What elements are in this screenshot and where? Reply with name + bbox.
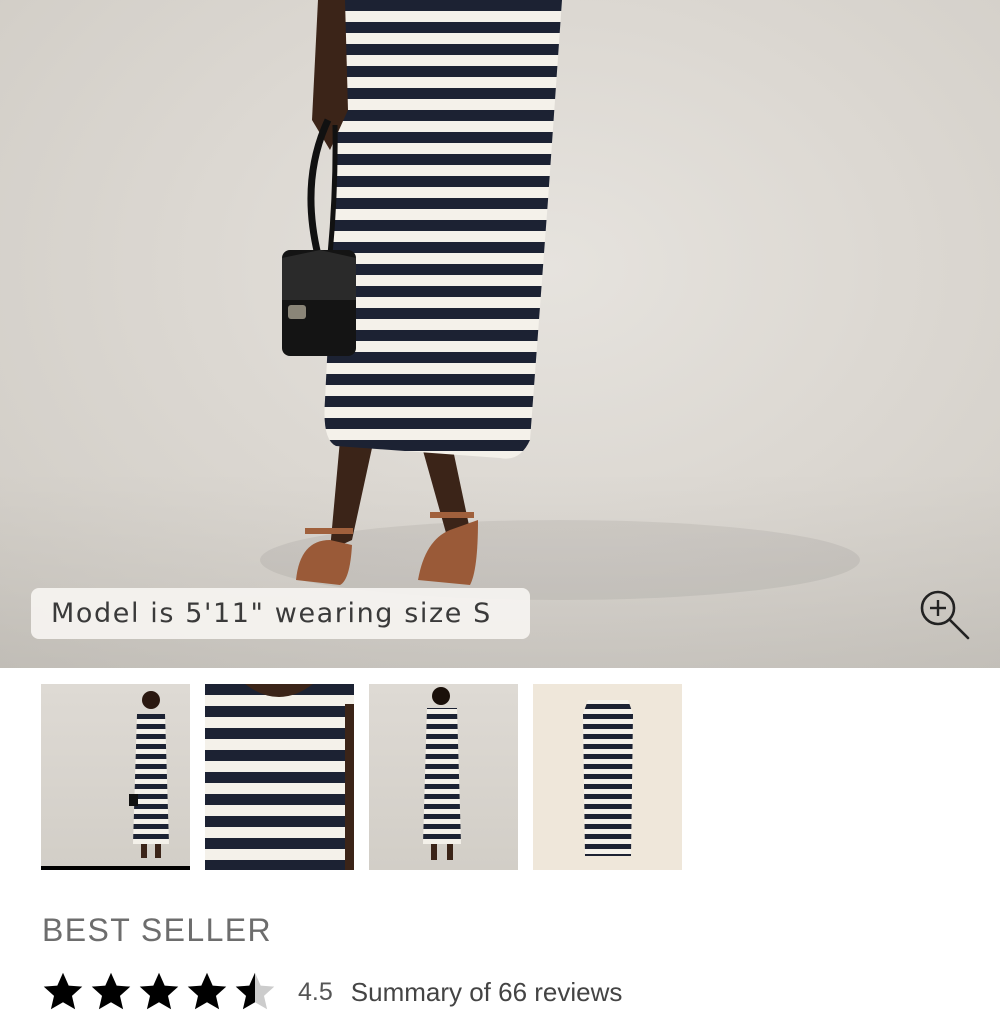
best-seller-badge: BEST SELLER bbox=[42, 912, 273, 948]
active-thumbnail-indicator bbox=[41, 866, 190, 870]
zoom-in-icon bbox=[920, 590, 970, 640]
star-full-icon bbox=[139, 972, 179, 1010]
star-full-icon bbox=[91, 972, 131, 1010]
model-figure bbox=[260, 0, 860, 600]
star-full-icon bbox=[187, 972, 227, 1010]
reviews-summary-link[interactable]: Summary of 66 reviews bbox=[351, 977, 623, 1008]
zoom-in-button[interactable] bbox=[912, 584, 976, 648]
thumbnail-neckline-closeup[interactable] bbox=[205, 684, 354, 870]
thumbnail-front-image bbox=[129, 691, 169, 858]
thumbnail-flat-view[interactable] bbox=[533, 684, 682, 870]
model-size-caption: Model is 5'11" wearing size S bbox=[31, 588, 530, 639]
thumbnail-front-view[interactable] bbox=[41, 684, 190, 870]
thumbnail-flat-image bbox=[583, 700, 633, 856]
rating-value: 4.5 bbox=[298, 977, 333, 1006]
thumbnail-closeup-image bbox=[205, 684, 354, 870]
star-full-icon bbox=[43, 972, 83, 1010]
rating-summary[interactable]: 4.5 Summary of 66 reviews bbox=[40, 972, 622, 1012]
model-size-caption-text: Model is 5'11" wearing size S bbox=[51, 598, 492, 629]
star-rating bbox=[40, 970, 280, 1014]
product-hero-image[interactable]: Model is 5'11" wearing size S bbox=[0, 0, 1000, 668]
thumbnail-back-view[interactable] bbox=[369, 684, 518, 870]
thumbnail-back-image bbox=[423, 687, 461, 860]
star-half-icon bbox=[235, 972, 275, 1010]
